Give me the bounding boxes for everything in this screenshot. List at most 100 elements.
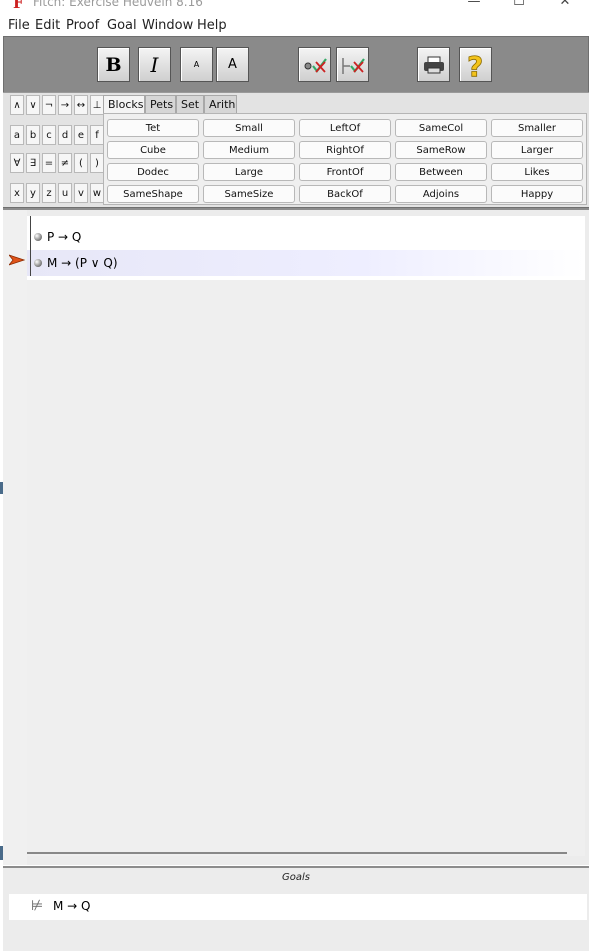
- proof-area[interactable]: P → Q M → (P ∨ Q): [3, 208, 589, 865]
- predicate-button-small[interactable]: Small: [203, 119, 295, 137]
- maximize-button[interactable]: ☐: [509, 0, 529, 9]
- verify-icon: [304, 57, 327, 73]
- symbol-button[interactable]: ∨: [26, 95, 40, 115]
- goals-panel: Goals ⊭ M → Q: [3, 866, 589, 951]
- proof-panel[interactable]: [27, 216, 585, 856]
- symbol-button[interactable]: ≠: [58, 153, 72, 173]
- current-line-arrow-icon: [9, 254, 25, 266]
- window-title: Fitch: Exercise Heuvein 8.16: [33, 0, 203, 9]
- proof-lines: P → Q M → (P ∨ Q): [27, 216, 585, 280]
- bold-button[interactable]: B: [97, 47, 130, 82]
- predicate-button-backof[interactable]: BackOf: [299, 185, 391, 203]
- proof-line-text: P → Q: [47, 230, 82, 244]
- predicate-button-samecol[interactable]: SameCol: [395, 119, 487, 137]
- line-status-icon: [34, 259, 42, 267]
- predicate-panel: Tet Small LeftOf SameCol Smaller Cube Medium Ri…: [103, 113, 587, 205]
- symbol-button[interactable]: y: [26, 183, 40, 203]
- tab-set[interactable]: Set: [176, 95, 204, 113]
- predicate-button-cube[interactable]: Cube: [107, 141, 199, 159]
- menu-goal[interactable]: Goal: [107, 18, 137, 33]
- left-edge-marker: [0, 846, 3, 860]
- tab-pets[interactable]: Pets: [145, 95, 176, 113]
- symbol-button[interactable]: ∧: [10, 95, 24, 115]
- symbol-button[interactable]: w: [90, 183, 104, 203]
- proof-gutter: [3, 210, 27, 865]
- fitch-logo-icon: F: [13, 0, 24, 12]
- symbol-button[interactable]: d: [58, 125, 72, 145]
- symbol-button[interactable]: =: [42, 153, 56, 173]
- menu-bar: File Edit Proof Goal Window Help: [0, 16, 594, 36]
- svg-text:?: ?: [467, 51, 483, 79]
- bold-label: B: [105, 53, 122, 76]
- predicate-button-dodec[interactable]: Dodec: [107, 163, 199, 181]
- predicate-button-adjoins[interactable]: Adjoins: [395, 185, 487, 203]
- printer-icon: [423, 56, 444, 73]
- verify-all-button[interactable]: [336, 47, 369, 82]
- predicate-button-rightof[interactable]: RightOf: [299, 141, 391, 159]
- proof-line-2[interactable]: M → (P ∨ Q): [27, 250, 585, 276]
- tab-arith[interactable]: Arith: [204, 95, 237, 113]
- symbol-button[interactable]: z: [42, 183, 56, 203]
- predicate-button-smaller[interactable]: Smaller: [491, 119, 583, 137]
- goals-header: Goals: [282, 872, 310, 883]
- small-font-label: A: [193, 60, 200, 69]
- verify-button[interactable]: [298, 47, 331, 82]
- symbol-button[interactable]: u: [58, 183, 72, 203]
- proof-line-text: M → (P ∨ Q): [47, 256, 118, 270]
- symbol-button[interactable]: f: [90, 125, 104, 145]
- predicate-button-sameshape[interactable]: SameShape: [107, 185, 199, 203]
- menu-help[interactable]: Help: [197, 18, 227, 33]
- predicate-button-medium[interactable]: Medium: [203, 141, 295, 159]
- predicate-button-between[interactable]: Between: [395, 163, 487, 181]
- title-bar: F Fitch: Exercise Heuvein 8.16 — ☐ ✕: [0, 0, 594, 14]
- symbol-button[interactable]: ⊥: [90, 95, 104, 115]
- predicate-button-large[interactable]: Large: [203, 163, 295, 181]
- minimize-button[interactable]: —: [464, 0, 484, 9]
- predicate-button-likes[interactable]: Likes: [491, 163, 583, 181]
- menu-edit[interactable]: Edit: [35, 18, 60, 33]
- print-button[interactable]: [417, 47, 450, 82]
- predicate-button-samesize[interactable]: SameSize: [203, 185, 295, 203]
- verify-all-icon: [341, 57, 365, 74]
- symbol-button[interactable]: ∀: [10, 153, 24, 173]
- tab-blocks[interactable]: Blocks: [103, 95, 145, 113]
- small-font-button[interactable]: A: [180, 47, 213, 82]
- help-icon: ?: [466, 51, 483, 79]
- predicate-button-happy[interactable]: Happy: [491, 185, 583, 203]
- menu-window[interactable]: Window: [142, 18, 193, 33]
- symbol-button[interactable]: b: [26, 125, 40, 145]
- left-edge-marker: [0, 482, 3, 494]
- predicate-button-larger[interactable]: Larger: [491, 141, 583, 159]
- large-font-button[interactable]: A: [216, 47, 249, 82]
- menu-proof[interactable]: Proof: [66, 18, 99, 33]
- symbol-button[interactable]: x: [10, 183, 24, 203]
- symbol-button[interactable]: (: [74, 153, 88, 173]
- help-button[interactable]: ?: [459, 47, 492, 82]
- close-button[interactable]: ✕: [555, 0, 575, 9]
- symbol-button[interactable]: v: [74, 183, 88, 203]
- proof-line-1[interactable]: P → Q: [27, 224, 585, 250]
- symbol-button[interactable]: ¬: [42, 95, 56, 115]
- large-font-label: A: [228, 57, 237, 72]
- symbol-button[interactable]: ): [90, 153, 104, 173]
- symbol-button[interactable]: e: [74, 125, 88, 145]
- symbol-button[interactable]: ↔: [74, 95, 88, 115]
- symbol-button[interactable]: a: [10, 125, 24, 145]
- predicate-button-tet[interactable]: Tet: [107, 119, 199, 137]
- goal-status-icon: ⊭: [31, 898, 44, 914]
- italic-label: I: [150, 52, 159, 77]
- goal-text: M → Q: [53, 899, 91, 913]
- horizontal-scrollbar[interactable]: [27, 852, 567, 854]
- line-status-icon: [34, 233, 42, 241]
- predicate-button-leftof[interactable]: LeftOf: [299, 119, 391, 137]
- symbol-button[interactable]: ∃: [26, 153, 40, 173]
- predicate-button-frontof[interactable]: FrontOf: [299, 163, 391, 181]
- italic-button[interactable]: I: [138, 47, 171, 82]
- menu-file[interactable]: File: [8, 18, 30, 33]
- premise-bar: [30, 216, 31, 276]
- goal-row[interactable]: ⊭ M → Q: [9, 894, 587, 920]
- symbol-palette: ∧ ∨ ¬ → ↔ ⊥ a b c d e f ∀ ∃ = ≠() x y z u v w Blocks Pets Set…: [3, 92, 589, 207]
- symbol-button[interactable]: →: [58, 95, 72, 115]
- predicate-button-samerow[interactable]: SameRow: [395, 141, 487, 159]
- symbol-button[interactable]: c: [42, 125, 56, 145]
